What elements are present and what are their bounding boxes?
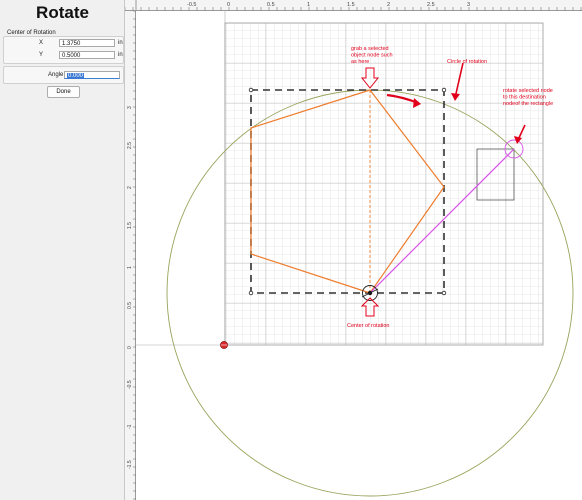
y-unit: in (118, 52, 123, 58)
x-unit: in (118, 40, 123, 46)
rotate-panel: Rotate Center of Rotation X 1.3750 in Y … (0, 0, 125, 500)
x-field[interactable]: 1.3750 (59, 39, 115, 47)
angle-label: Angle (48, 72, 64, 78)
top-ruler-label: 3 (467, 2, 470, 8)
angle-field[interactable]: 0.000 (64, 71, 120, 79)
annotation-center-of-rotation: Center of rotation (347, 323, 390, 329)
done-button[interactable]: Done (47, 86, 80, 98)
y-label: Y (39, 52, 44, 58)
left-ruler-label: -0.5 (127, 380, 133, 389)
panel-title: Rotate (36, 3, 89, 22)
top-ruler-label: 0 (227, 2, 230, 8)
drawing-grid (224, 22, 544, 346)
x-label: X (39, 40, 44, 46)
left-ruler-label: 0 (127, 346, 133, 349)
angle-group: Angle 0.000 (3, 66, 124, 84)
top-ruler-label: 0.5 (267, 2, 275, 8)
left-ruler[interactable]: 3 2.5 2 1.5 1 0.5 0 -0.5 -1 -1.5 (125, 11, 136, 500)
top-ruler-label: 2.5 (427, 2, 435, 8)
left-ruler-label: -1 (127, 424, 133, 429)
top-ruler-label: 1.5 (347, 2, 355, 8)
annotation-circle-of-rotation: Circle of rotation (447, 59, 487, 65)
left-ruler-label: 0.5 (127, 302, 133, 309)
y-field[interactable]: 0.5000 (59, 51, 115, 59)
annotation-rotate-destination: rotate selected node to this destination n… (503, 88, 553, 107)
center-of-rotation-group: X 1.3750 in Y 0.5000 in (3, 36, 124, 64)
drawing-canvas[interactable]: grab a selected object node such as here C… (136, 11, 582, 500)
angle-value: 0.000 (67, 73, 85, 79)
left-ruler-label: 1.5 (127, 222, 133, 229)
left-ruler-label: 3 (127, 106, 133, 109)
top-ruler[interactable]: -0.5 0 0.5 1 1.5 2 2.5 3 (125, 0, 582, 11)
left-ruler-label: 1 (127, 266, 133, 269)
top-ruler-label: 2 (387, 2, 390, 8)
left-ruler-label: 2 (127, 186, 133, 189)
top-ruler-label: 1 (307, 2, 310, 8)
left-ruler-label: -1.5 (127, 460, 133, 469)
top-ruler-label: -0.5 (187, 2, 196, 8)
left-ruler-label: 2.5 (127, 142, 133, 149)
